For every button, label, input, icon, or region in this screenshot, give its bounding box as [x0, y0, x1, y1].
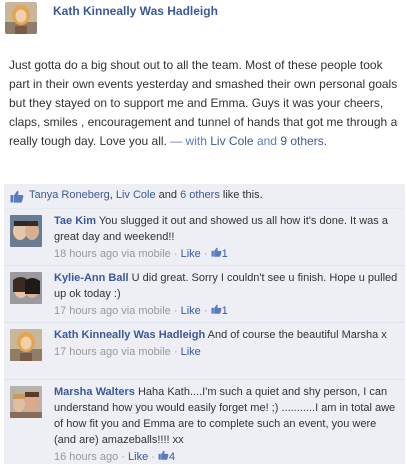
commenter-name-link[interactable]: Kath Kinneally Was Hadleigh [54, 329, 205, 341]
comment-time: 16 hours ago [54, 451, 119, 463]
liker-link-2[interactable]: Liv Cole [116, 189, 156, 201]
likes-others-link[interactable]: 6 others [180, 189, 220, 201]
commenter-avatar[interactable] [10, 215, 42, 247]
thumbs-up-icon[interactable] [158, 449, 169, 465]
likes-summary: Tanya Roneberg, Liv Cole and 6 others li… [4, 184, 405, 209]
comment-body: Kylie-Ann Ball U did great. Sorry I coul… [54, 270, 399, 319]
like-link[interactable]: Like [181, 346, 201, 358]
like-count[interactable]: 1 [222, 305, 228, 317]
commenter-avatar[interactable] [10, 272, 42, 304]
comment-meta: 16 hours ago · Like · 4 [54, 449, 399, 465]
comment-item: Kath Kinneally Was Hadleigh And of cours… [4, 323, 405, 380]
comment-item: Tae Kim You slugged it out and showed us… [4, 209, 405, 266]
comment-meta: 18 hours ago via mobile · Like · 1 [54, 246, 399, 262]
like-count[interactable]: 4 [169, 451, 175, 463]
like-count[interactable]: 1 [222, 248, 228, 260]
with-and: and [256, 134, 277, 148]
comment-body: Marsha Walters Haha Kath....I'm such a q… [54, 384, 399, 465]
post-author-link[interactable]: Kath Kinneally Was Hadleigh [53, 4, 218, 18]
likes-sep: , [109, 189, 113, 201]
comment-body: Tae Kim You slugged it out and showed us… [54, 213, 399, 262]
likes-and: and [158, 189, 178, 201]
thumbs-up-icon[interactable] [211, 303, 222, 319]
commenter-name-link[interactable]: Kylie-Ann Ball [54, 272, 129, 284]
with-prefix: — with [170, 134, 207, 148]
author-avatar[interactable] [5, 2, 37, 34]
comment-text: And of course the beautiful Marsha x [207, 329, 387, 341]
like-link[interactable]: Like [181, 248, 201, 260]
meta-sep: · [203, 305, 208, 317]
meta-sep: · [121, 451, 125, 463]
comment-text: You slugged it out and showed us all how… [54, 215, 388, 243]
meta-sep: · [173, 346, 178, 358]
thumbs-up-icon [10, 190, 24, 206]
comment-item: Kylie-Ann Ball U did great. Sorry I coul… [4, 266, 405, 323]
likes-text: Tanya Roneberg, Liv Cole and 6 others li… [29, 189, 263, 201]
commenter-avatar[interactable] [10, 329, 42, 361]
thumbs-up-icon[interactable] [211, 246, 222, 262]
tagged-person-link[interactable]: Liv Cole [210, 134, 253, 148]
commenter-name-link[interactable]: Tae Kim [54, 215, 96, 227]
comment-meta: 17 hours ago via mobile · Like · 1 [54, 303, 399, 319]
meta-sep: · [151, 451, 155, 463]
comment-item: Marsha Walters Haha Kath....I'm such a q… [4, 380, 405, 464]
commenter-avatar[interactable] [10, 386, 42, 418]
like-link[interactable]: Like [128, 451, 148, 463]
post-message: Just gotta do a big shout out to all the… [9, 56, 403, 151]
comment-time: 17 hours ago via mobile [54, 305, 171, 317]
like-link[interactable]: Like [181, 305, 201, 317]
comment-meta: 17 hours ago via mobile · Like [54, 344, 399, 360]
post-header: Kath Kinneally Was Hadleigh [0, 0, 407, 36]
meta-sep: · [203, 248, 208, 260]
comment-time: 18 hours ago via mobile [54, 248, 171, 260]
commenter-name-link[interactable]: Marsha Walters [54, 386, 135, 398]
likes-suffix: like this. [222, 189, 263, 201]
liker-link-1[interactable]: Tanya Roneberg [29, 189, 110, 201]
comment-body: Kath Kinneally Was Hadleigh And of cours… [54, 327, 399, 360]
comment-time: 17 hours ago via mobile [54, 346, 171, 358]
meta-sep: · [173, 248, 178, 260]
tagged-others-link[interactable]: 9 others. [280, 134, 327, 148]
meta-sep: · [173, 305, 178, 317]
